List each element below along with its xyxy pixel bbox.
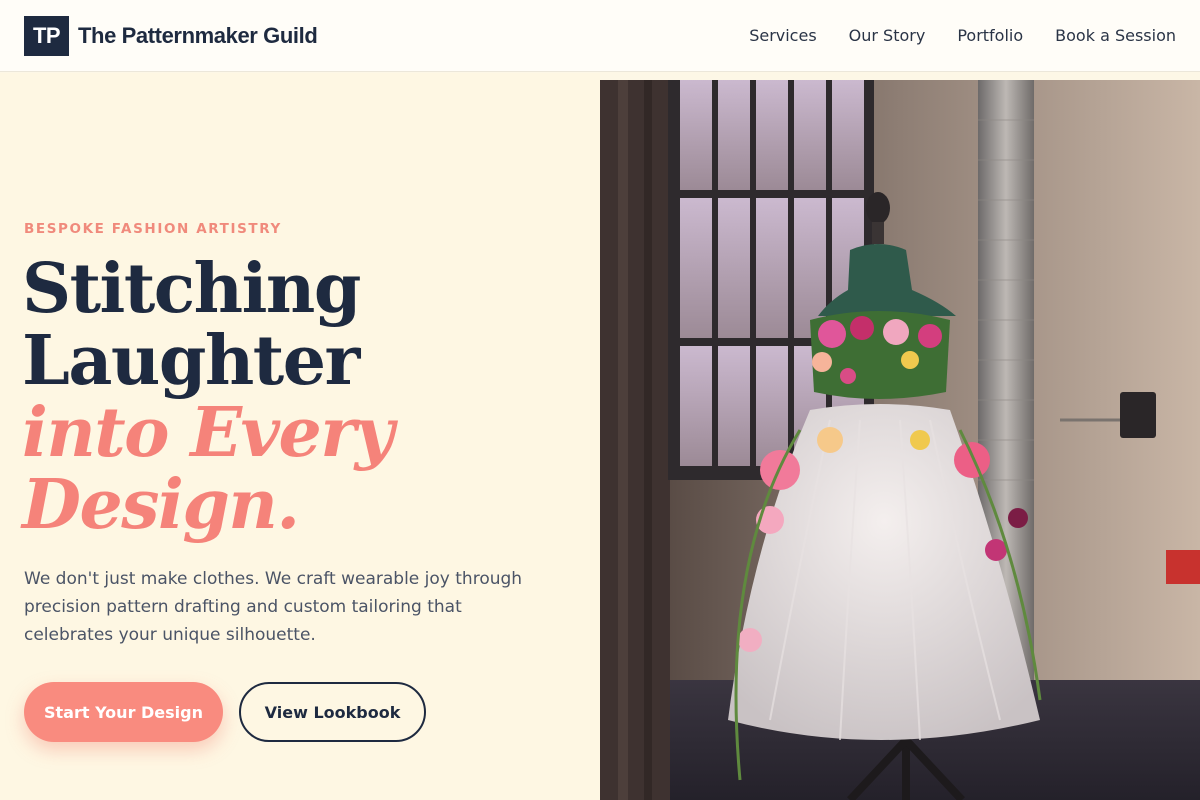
- view-lookbook-button[interactable]: View Lookbook: [239, 682, 426, 742]
- brand[interactable]: TP The Patternmaker Guild: [24, 15, 318, 56]
- nav-link-book-a-session[interactable]: Book a Session: [1055, 26, 1176, 45]
- site-header: TP The Patternmaker Guild Services Our S…: [0, 0, 1200, 72]
- main-nav: Services Our Story Portfolio Book a Sess…: [749, 26, 1176, 45]
- headline-accent-line-1: into Every: [22, 393, 394, 473]
- brand-name[interactable]: The Patternmaker Guild: [78, 23, 318, 49]
- headline-line-1: Stitching: [22, 249, 361, 329]
- hero-description: We don't just make clothes. We craft wea…: [24, 569, 523, 645]
- nav-link-services[interactable]: Services: [749, 26, 816, 45]
- hero-image: [600, 80, 1200, 800]
- headline-accent-line-2: Design.: [22, 465, 300, 545]
- headline-line-2: Laughter: [22, 321, 360, 401]
- nav-link-our-story[interactable]: Our Story: [849, 26, 926, 45]
- hero-section: BESPOKE FASHION ARTISTRY Stitching Laugh…: [0, 73, 600, 800]
- hero-eyebrow: BESPOKE FASHION ARTISTRY: [24, 221, 282, 237]
- start-your-design-button[interactable]: Start Your Design: [24, 682, 223, 742]
- nav-link-portfolio[interactable]: Portfolio: [957, 26, 1023, 45]
- dress-form-photo: [600, 80, 1200, 800]
- logo-mark[interactable]: TP: [24, 15, 69, 56]
- hero-headline: Stitching Laughter into Every Design.: [22, 249, 394, 545]
